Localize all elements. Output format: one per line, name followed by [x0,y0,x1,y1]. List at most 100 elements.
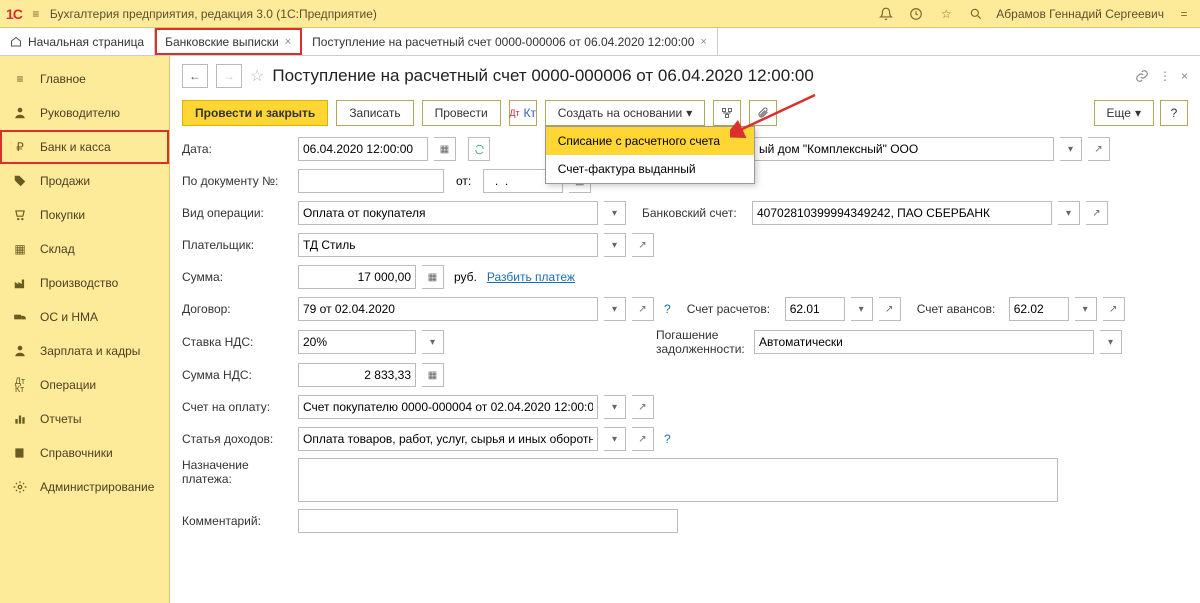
income-input[interactable] [298,427,598,451]
doc-form: Дата: ▦ x ▾ ↗ По документу №: от: ▦ Вид … [170,130,1200,540]
adv-input[interactable] [1009,297,1069,321]
user-name[interactable]: Абрамов Геннадий Сергеевич [996,7,1164,21]
acc-input[interactable] [785,297,845,321]
chevron-down-icon[interactable]: ▾ [851,297,873,321]
help-icon[interactable]: ? [664,432,671,446]
sidebar-item-warehouse[interactable]: ▦Склад [0,232,169,266]
sidebar-item-hr[interactable]: Зарплата и кадры [0,334,169,368]
open-icon[interactable]: ↗ [632,395,654,419]
factory-icon [12,275,28,291]
equals-icon[interactable]: = [1174,4,1194,24]
help-icon[interactable]: ? [664,302,671,316]
tab-receipt-doc[interactable]: Поступление на расчетный счет 0000-00000… [302,28,718,55]
chevron-down-icon[interactable]: ▾ [1060,137,1082,161]
debt-input[interactable] [754,330,1094,354]
open-icon[interactable]: ↗ [1103,297,1125,321]
close-icon[interactable]: × [1181,69,1188,83]
purpose-textarea[interactable] [298,458,1058,502]
optype-input[interactable] [298,201,598,225]
calc-icon[interactable]: ▦ [422,265,444,289]
chevron-down-icon[interactable]: ▾ [1075,297,1097,321]
chevron-down-icon[interactable]: ▾ [422,330,444,354]
open-icon[interactable]: ↗ [1086,201,1108,225]
payer-input[interactable] [298,233,598,257]
calendar-icon[interactable]: ▦ [434,137,456,161]
save-button[interactable]: Записать [336,100,413,126]
sum-input[interactable] [298,265,416,289]
sidebar-item-catalogs[interactable]: Справочники [0,436,169,470]
docnum-label: По документу №: [182,174,292,188]
chevron-down-icon[interactable]: ▾ [1058,201,1080,225]
chart-icon [12,411,28,427]
chevron-down-icon[interactable]: ▾ [604,233,626,257]
tab-bank-statements[interactable]: Банковские выписки × [155,28,302,55]
sidebar-item-operations[interactable]: ДтКтОперации [0,368,169,402]
sidebar-item-purchases[interactable]: Покупки [0,198,169,232]
contract-input[interactable] [298,297,598,321]
close-icon[interactable]: × [700,36,706,48]
sidebar-item-reports[interactable]: Отчеты [0,402,169,436]
star-icon[interactable]: ☆ [250,66,264,86]
more-button[interactable]: Еще▾ [1094,100,1154,126]
org-input[interactable] [754,137,1054,161]
date-input[interactable] [298,137,428,161]
dtkt-button[interactable]: ДтКт [509,100,537,126]
chevron-down-icon[interactable]: ▾ [604,201,626,225]
chevron-down-icon[interactable]: ▾ [604,427,626,451]
docnum-input[interactable] [298,169,444,193]
post-button[interactable]: Провести [422,100,501,126]
post-and-close-button[interactable]: Провести и закрыть [182,100,328,126]
sidebar-item-assets[interactable]: ОС и НМА [0,300,169,334]
search-icon[interactable] [966,4,986,24]
purpose-label: Назначение платежа: [182,458,292,486]
open-icon[interactable]: ↗ [879,297,901,321]
sidebar-item-main[interactable]: ≡Главное [0,62,169,96]
vatsum-input[interactable] [298,363,416,387]
menu-icon[interactable]: ≡ [26,4,46,24]
split-payment-link[interactable]: Разбить платеж [487,270,575,284]
optype-label: Вид операции: [182,206,292,220]
menu-item-invoice[interactable]: Счет-фактура выданный [546,155,754,183]
back-button[interactable]: ← [182,64,208,88]
kebab-icon[interactable]: ⋮ [1159,69,1171,83]
sidebar-item-manager[interactable]: Руководителю [0,96,169,130]
help-button[interactable]: ? [1160,100,1188,126]
sidebar-item-sales[interactable]: Продажи [0,164,169,198]
vatrate-label: Ставка НДС: [182,335,292,349]
debt-label: Погашение задолженности: [656,328,748,356]
attach-button[interactable] [749,100,777,126]
doc-header: ← → ☆ Поступление на расчетный счет 0000… [170,56,1200,96]
sidebar-item-admin[interactable]: Администрирование [0,470,169,504]
create-based-button[interactable]: Создать на основании▾ [545,100,706,126]
dtkt-icon: ДтКт [12,377,28,393]
calc-icon[interactable]: ▦ [422,363,444,387]
close-icon[interactable]: × [285,36,291,48]
link-icon[interactable] [1135,69,1149,83]
invoice-input[interactable] [298,395,598,419]
vatrate-input[interactable] [298,330,416,354]
open-icon[interactable]: ↗ [1088,137,1110,161]
chevron-down-icon[interactable]: ▾ [604,297,626,321]
bankacc-input[interactable] [752,201,1052,225]
chevron-down-icon[interactable]: ▾ [604,395,626,419]
open-icon[interactable]: ↗ [632,233,654,257]
menu-label: Счет-фактура выданный [558,162,696,176]
chevron-down-icon[interactable]: ▾ [1100,330,1122,354]
forward-button[interactable]: → [216,64,242,88]
structure-button[interactable] [713,100,741,126]
tab-home[interactable]: Начальная страница [0,28,155,55]
app-topbar: 1C ≡ Бухгалтерия предприятия, редакция 3… [0,0,1200,28]
sidebar-item-bank[interactable]: ₽Банк и касса [0,130,169,164]
btn-label: Создать на основании [558,106,683,120]
refresh-icon[interactable] [468,137,490,161]
open-icon[interactable]: ↗ [632,427,654,451]
bell-icon[interactable] [876,4,896,24]
comment-input[interactable] [298,509,678,533]
btn-label: Записать [349,106,400,120]
menu-item-writeoff[interactable]: Списание с расчетного счета [546,127,754,155]
open-icon[interactable]: ↗ [632,297,654,321]
tab-label: Поступление на расчетный счет 0000-00000… [312,35,694,49]
history-icon[interactable] [906,4,926,24]
sidebar-item-production[interactable]: Производство [0,266,169,300]
star-icon[interactable]: ☆ [936,4,956,24]
